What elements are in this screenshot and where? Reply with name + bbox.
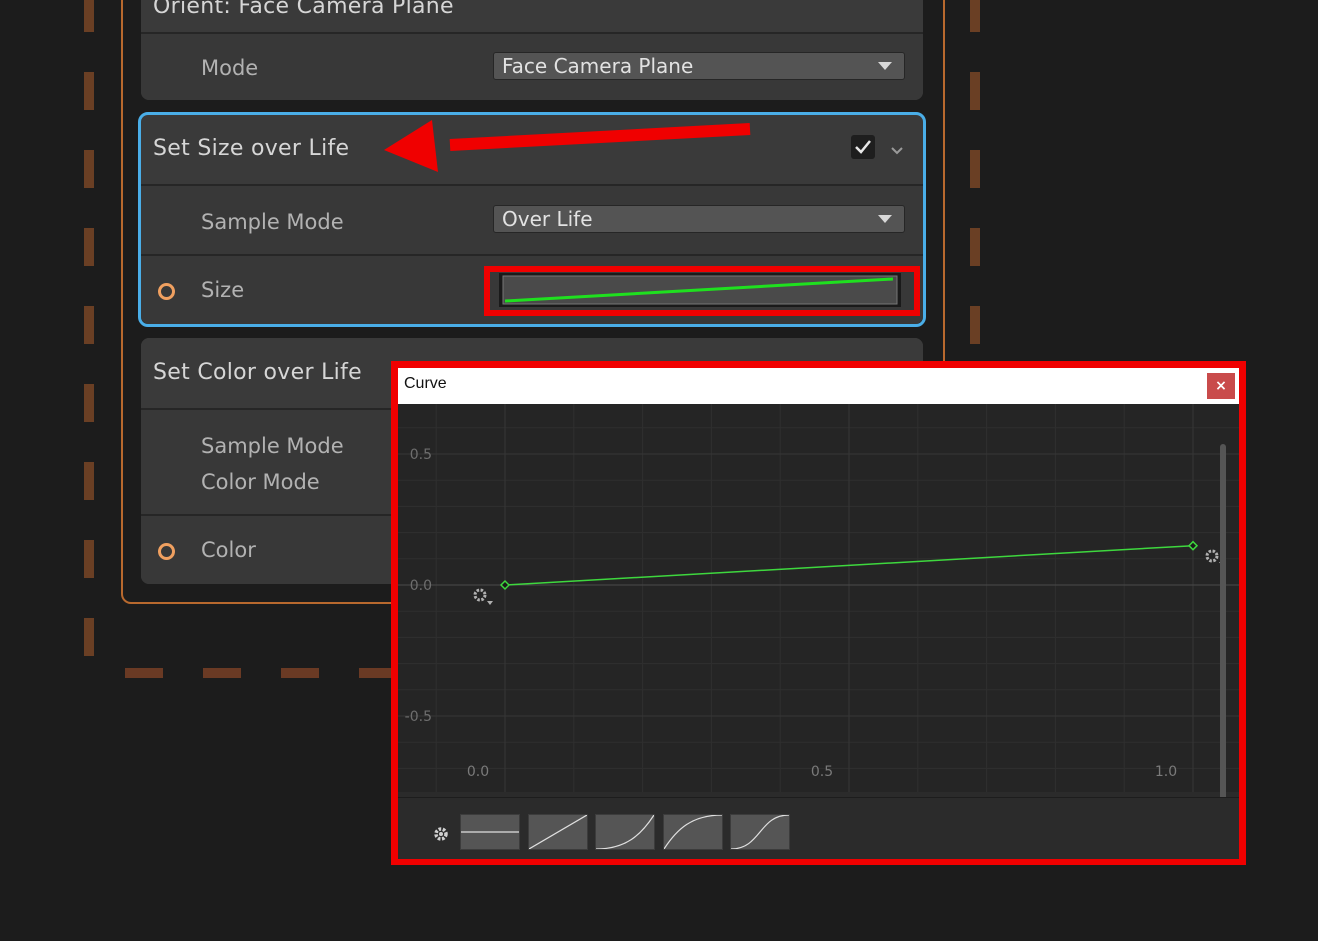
enable-checkbox[interactable]: [851, 135, 875, 159]
sample-mode-value: Over Life: [502, 207, 593, 231]
curve-key-point[interactable]: [1187, 540, 1199, 551]
color-label: Color: [201, 538, 256, 562]
size-curve-highlight: [484, 266, 920, 316]
curve-graph-area[interactable]: 0.5 0.0 -0.5 0.0 0.5 1.0: [398, 404, 1239, 828]
sample-mode-dropdown[interactable]: Over Life: [493, 205, 905, 233]
orient-block[interactable]: Orient: Face Camera Plane Mode Face Came…: [141, 0, 923, 100]
mode-dropdown[interactable]: Face Camera Plane: [493, 52, 905, 80]
color-block-title: Set Color over Life: [153, 360, 362, 385]
mode-dropdown-value: Face Camera Plane: [502, 54, 694, 78]
curve-key-point[interactable]: [499, 579, 511, 591]
sample-mode-label: Sample Mode: [201, 210, 344, 234]
frame-dash: [84, 462, 94, 500]
input-port-icon[interactable]: [158, 543, 175, 560]
frame-dash: [281, 668, 319, 678]
frame-dash: [970, 306, 980, 344]
chevron-down-icon[interactable]: [890, 144, 904, 158]
presets-gear-icon[interactable]: [432, 825, 450, 843]
y-tick-label: -0.5: [405, 709, 432, 725]
color-mode-label: Color Mode: [201, 470, 320, 494]
frame-dash: [84, 0, 94, 32]
frame-dash: [970, 150, 980, 188]
frame-dash: [125, 668, 163, 678]
key-settings-gear-icon[interactable]: [473, 588, 493, 605]
frame-dash: [84, 540, 94, 578]
frame-dash: [84, 618, 94, 656]
frame-dash: [84, 384, 94, 422]
frame-dash: [970, 0, 980, 32]
frame-dash: [84, 306, 94, 344]
preset-ease-in[interactable]: [595, 814, 655, 850]
frame-dash: [203, 668, 241, 678]
preset-ease-out[interactable]: [663, 814, 723, 850]
y-tick-label: 0.5: [410, 447, 432, 463]
preset-constant[interactable]: [460, 814, 520, 850]
input-port-icon[interactable]: [158, 283, 175, 300]
red-arrow-annotation: [384, 120, 751, 172]
x-tick-label: 0.5: [811, 764, 833, 780]
color-sample-mode-label: Sample Mode: [201, 434, 344, 458]
orient-mode-row: Mode Face Camera Plane: [141, 32, 923, 100]
curve-window-titlebar[interactable]: Curve ×: [398, 368, 1239, 404]
vertical-scrollbar[interactable]: [1220, 444, 1226, 816]
frame-dash: [84, 150, 94, 188]
frame-dash: [970, 72, 980, 110]
orient-block-title: Orient: Face Camera Plane: [153, 0, 454, 19]
orient-block-header[interactable]: Orient: Face Camera Plane: [141, 0, 923, 34]
y-tick-label: 0.0: [410, 578, 432, 594]
sample-mode-row: Sample Mode Over Life: [141, 184, 923, 256]
curve-window-title: Curve: [404, 375, 447, 392]
preset-linear[interactable]: [528, 814, 588, 850]
frame-dash: [84, 228, 94, 266]
x-tick-label: 0.0: [467, 764, 489, 780]
curve-graph[interactable]: 0.5 0.0 -0.5 0.0 0.5 1.0: [398, 404, 1239, 792]
close-button[interactable]: ×: [1207, 373, 1235, 399]
dropdown-arrow-icon: [878, 215, 892, 223]
frame-dash: [970, 228, 980, 266]
preset-ease-in-out[interactable]: [730, 814, 790, 850]
size-label: Size: [201, 278, 245, 302]
x-tick-label: 1.0: [1155, 764, 1177, 780]
checkmark-icon: [855, 140, 871, 154]
dropdown-arrow-icon: [878, 62, 892, 70]
curve-editor-window[interactable]: Curve × 0.5 0.0 -0.5 0.0 0.5 1.0: [391, 361, 1246, 865]
mode-label: Mode: [201, 56, 259, 80]
size-block-title: Set Size over Life: [153, 136, 350, 161]
frame-dash: [84, 72, 94, 110]
curve-preset-bar: [398, 797, 1239, 859]
